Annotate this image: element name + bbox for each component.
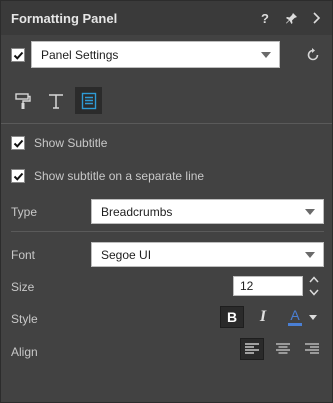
- bold-button[interactable]: B: [220, 306, 244, 328]
- font-label: Font: [11, 248, 36, 262]
- align-center-icon: [276, 343, 290, 354]
- panel-titlebar: Formatting Panel ?: [1, 1, 332, 35]
- font-color-icon: A: [288, 308, 302, 326]
- align-right-button[interactable]: [300, 338, 324, 360]
- chevron-down-icon: [261, 51, 271, 58]
- formatting-panel: Formatting Panel ? Panel Settings Show S…: [0, 0, 333, 403]
- type-value: Breadcrumbs: [101, 204, 173, 219]
- italic-button[interactable]: I: [251, 306, 275, 328]
- panel-settings-dropdown[interactable]: Panel Settings: [31, 41, 280, 68]
- panel-settings-checkbox[interactable]: [11, 48, 25, 62]
- font-color-button[interactable]: A: [282, 306, 322, 328]
- align-center-button[interactable]: [271, 338, 295, 360]
- chevron-down-icon: [305, 251, 315, 258]
- chevron-down-icon: [305, 208, 315, 215]
- titlebar-icons: ?: [258, 1, 324, 35]
- align-left-button[interactable]: [240, 338, 264, 360]
- separate-line-checkbox[interactable]: [11, 169, 25, 183]
- tab-subtitle[interactable]: [75, 87, 102, 114]
- align-label: Align: [11, 345, 38, 359]
- align-left-icon: [245, 343, 259, 354]
- font-color-letter: A: [290, 307, 300, 323]
- divider: [1, 123, 332, 124]
- reset-icon[interactable]: [304, 46, 322, 64]
- separate-line-label: Show subtitle on a separate line: [34, 169, 205, 183]
- font-value: Segoe UI: [101, 247, 152, 262]
- tab-paint-roller[interactable]: [9, 87, 36, 114]
- size-input[interactable]: 12: [233, 276, 303, 296]
- size-label: Size: [11, 280, 35, 294]
- style-label: Style: [11, 312, 38, 326]
- format-tabs: [9, 87, 102, 114]
- chevron-up-icon[interactable]: [309, 276, 319, 283]
- type-dropdown[interactable]: Breadcrumbs: [91, 199, 324, 224]
- tab-text[interactable]: [42, 87, 69, 114]
- size-value: 12: [240, 279, 254, 293]
- align-right-icon: [305, 343, 319, 354]
- panel-settings-value: Panel Settings: [41, 47, 119, 62]
- font-color-swatch: [288, 323, 302, 326]
- chevron-down-icon: [309, 315, 317, 320]
- show-subtitle-checkbox[interactable]: [11, 136, 25, 150]
- chevron-right-icon[interactable]: [310, 11, 324, 25]
- chevron-down-icon[interactable]: [309, 289, 319, 296]
- size-stepper[interactable]: [307, 276, 321, 296]
- panel-title: Formatting Panel: [11, 10, 118, 26]
- text-icon: [48, 93, 63, 109]
- font-dropdown[interactable]: Segoe UI: [91, 242, 324, 267]
- divider: [11, 231, 324, 232]
- help-icon[interactable]: ?: [258, 11, 272, 26]
- pin-icon[interactable]: [284, 11, 298, 25]
- paint-roller-icon: [14, 92, 31, 109]
- type-label: Type: [11, 205, 38, 219]
- subtitle-icon: [81, 92, 96, 109]
- show-subtitle-label: Show Subtitle: [34, 136, 108, 150]
